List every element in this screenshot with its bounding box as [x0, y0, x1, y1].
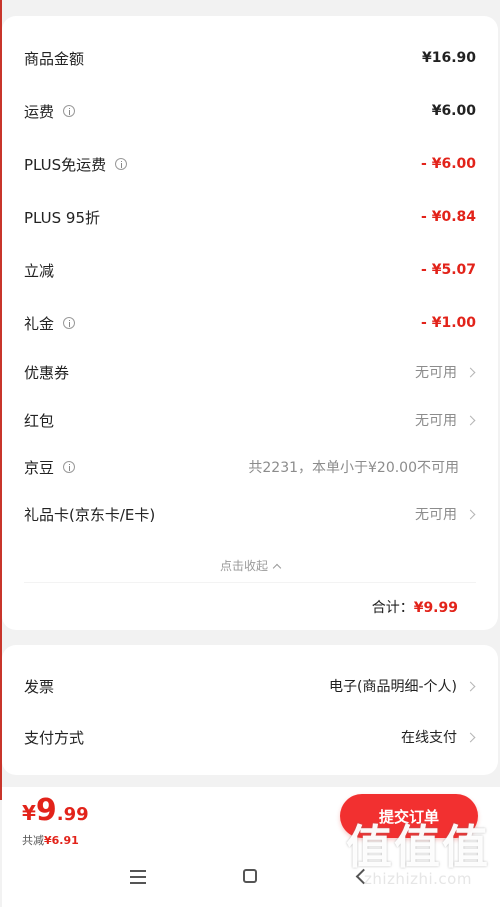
- price-breakdown-card: 商品金额 ¥16.90 运费 ¥6.00 PLUS免运费 - ¥6.00 PLU…: [2, 16, 498, 630]
- fee-row-plus-discount: PLUS 95折 - ¥0.84: [24, 203, 476, 231]
- fee-value: 无可用: [415, 413, 457, 429]
- home-icon[interactable]: [243, 869, 257, 883]
- invoice-label: 发票: [24, 677, 55, 696]
- fee-value: 无可用: [415, 507, 457, 523]
- fee-label: PLUS 95折: [24, 208, 101, 227]
- info-icon[interactable]: [115, 158, 128, 170]
- fee-row-red-packet[interactable]: 红包 无可用: [24, 406, 476, 434]
- fee-row-gift-money: 礼金 - ¥1.00: [24, 309, 476, 337]
- fee-row-plus-free-shipping: PLUS免运费 - ¥6.00: [24, 150, 476, 178]
- fee-value: ¥6.00: [431, 103, 476, 119]
- fee-value: 无可用: [415, 365, 457, 381]
- fee-label: 礼金: [24, 314, 55, 333]
- fee-value: 共2231，本单小于¥20.00不可用: [248, 460, 459, 476]
- saved-amount: ¥6.91: [44, 834, 79, 847]
- fee-value: - ¥6.00: [421, 156, 476, 172]
- payment-method-row[interactable]: 支付方式 在线支付: [24, 723, 476, 751]
- fee-row-coupon[interactable]: 优惠券 无可用: [24, 358, 476, 386]
- info-icon[interactable]: [63, 461, 76, 473]
- chevron-right-icon: [465, 681, 476, 691]
- chevron-up-icon: [272, 563, 282, 573]
- price-currency: ¥: [22, 801, 36, 825]
- price-integer: 9: [35, 793, 57, 828]
- fee-row-jd-beans: 京豆 共2231，本单小于¥20.00不可用: [24, 453, 476, 481]
- chevron-right-icon: [465, 415, 476, 425]
- fee-row-goods-amount: 商品金额 ¥16.90: [24, 44, 476, 72]
- menu-icon[interactable]: [130, 870, 146, 888]
- info-icon[interactable]: [63, 105, 76, 117]
- fee-value: - ¥5.07: [421, 262, 476, 278]
- payment-method-label: 支付方式: [24, 728, 85, 747]
- payment-method-value: 在线支付: [401, 730, 457, 746]
- fee-row-shipping: 运费 ¥6.00: [24, 97, 476, 125]
- fee-label: 优惠券: [24, 363, 70, 382]
- fee-label: 立减: [24, 261, 55, 280]
- order-meta-card: 发票 电子(商品明细-个人) 支付方式 在线支付: [2, 645, 498, 775]
- submit-order-button[interactable]: 提交订单: [340, 794, 478, 838]
- divider: [24, 582, 476, 583]
- fee-label: PLUS免运费: [24, 155, 107, 174]
- invoice-row[interactable]: 发票 电子(商品明细-个人): [24, 672, 476, 700]
- fee-value: - ¥0.84: [421, 209, 476, 225]
- price-decimal: .99: [56, 804, 89, 825]
- fee-row-gift-card[interactable]: 礼品卡(京东卡/E卡) 无可用: [24, 500, 476, 528]
- total-saved: 共减¥6.91: [22, 832, 79, 848]
- chevron-right-icon: [465, 732, 476, 742]
- fee-label: 礼品卡(京东卡/E卡): [24, 505, 156, 524]
- saved-label: 共减: [22, 834, 44, 847]
- order-total: 合计：¥9.99: [372, 597, 458, 617]
- invoice-value: 电子(商品明细-个人): [329, 679, 457, 695]
- total-amount: ¥9.99: [413, 600, 458, 616]
- fee-label: 红包: [24, 411, 55, 430]
- chevron-right-icon: [465, 367, 476, 377]
- fee-row-instant-discount: 立减 - ¥5.07: [24, 256, 476, 284]
- info-icon[interactable]: [63, 317, 76, 329]
- fee-label: 京豆: [24, 458, 55, 477]
- fee-label: 运费: [24, 102, 55, 121]
- fee-value: - ¥1.00: [421, 315, 476, 331]
- fee-label: 商品金额: [24, 49, 85, 68]
- collapse-toggle[interactable]: 点击收起: [2, 557, 498, 574]
- chevron-right-icon: [465, 509, 476, 519]
- pay-amount: ¥9.99: [22, 793, 89, 828]
- collapse-label: 点击收起: [219, 559, 268, 573]
- total-label: 合计：: [371, 600, 414, 616]
- fee-value: ¥16.90: [421, 50, 476, 66]
